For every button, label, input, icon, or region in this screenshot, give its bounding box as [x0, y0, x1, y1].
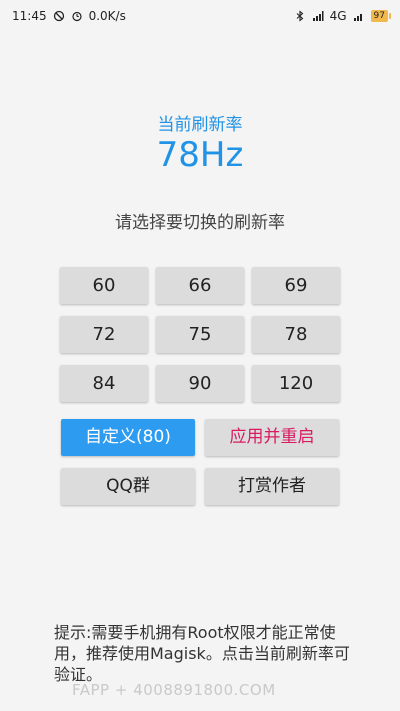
action-row-primary: 自定义(80) 应用并重启	[61, 419, 339, 456]
donate-author-button[interactable]: 打赏作者	[205, 468, 339, 505]
bluetooth-icon	[294, 10, 306, 22]
watermark: FAPP + 4008891800.COM	[72, 681, 276, 699]
rate-button-grid: 60 66 69 72 75 78 84 90 120	[60, 267, 340, 402]
status-bar: 11:45 0.0K/s 4G 97	[0, 0, 400, 32]
current-rate-label[interactable]: 当前刷新率	[0, 110, 400, 135]
wifi-signal-icon	[353, 10, 365, 22]
choose-rate-label: 请选择要切换的刷新率	[115, 213, 285, 233]
rate-button-75[interactable]: 75	[156, 316, 244, 353]
rate-button-90[interactable]: 90	[156, 365, 244, 402]
status-right: 4G 97	[294, 9, 392, 23]
hint-text: 提示:需要手机拥有Root权限才能正常使用，推荐使用Magisk。点击当前刷新率…	[54, 623, 350, 684]
rate-button-72[interactable]: 72	[60, 316, 148, 353]
alarm-icon	[71, 10, 83, 22]
action-row-secondary: QQ群 打赏作者	[61, 468, 339, 505]
current-rate-value[interactable]: 78Hz	[0, 135, 400, 175]
qq-group-button[interactable]: QQ群	[61, 468, 195, 505]
status-left: 11:45 0.0K/s	[12, 9, 126, 23]
apply-restart-button[interactable]: 应用并重启	[205, 419, 339, 456]
status-time: 11:45	[12, 9, 47, 23]
battery-icon: 97	[370, 10, 392, 22]
signal-hd-icon	[312, 10, 324, 22]
network-type: 4G	[329, 9, 347, 23]
rate-button-66[interactable]: 66	[156, 267, 244, 304]
network-speed: 0.0K/s	[88, 9, 126, 23]
rate-button-78[interactable]: 78	[252, 316, 340, 353]
rate-button-69[interactable]: 69	[252, 267, 340, 304]
rate-button-120[interactable]: 120	[252, 365, 340, 402]
custom-rate-button[interactable]: 自定义(80)	[61, 419, 195, 456]
rate-button-60[interactable]: 60	[60, 267, 148, 304]
do-not-disturb-icon	[53, 10, 65, 22]
rate-button-84[interactable]: 84	[60, 365, 148, 402]
